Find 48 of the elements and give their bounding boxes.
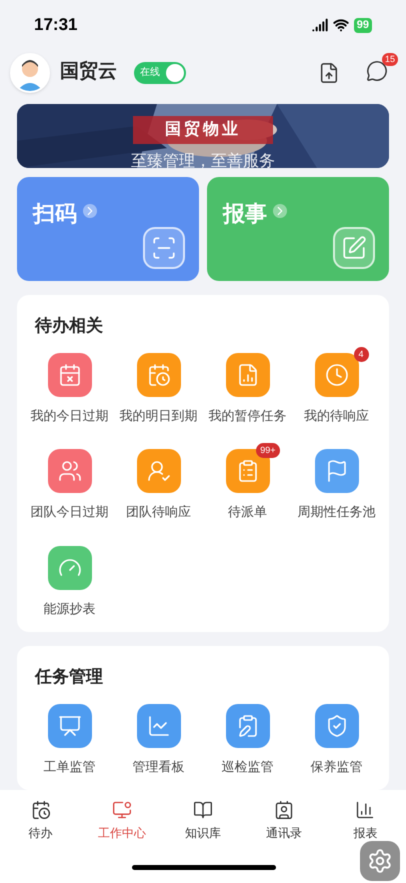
section-title: 任务管理 — [34, 666, 104, 688]
chevron-icon — [273, 204, 287, 218]
count-badge: 4 — [354, 346, 368, 362]
shortcut-item[interactable]: 管理看板 — [114, 704, 203, 776]
status-time: 17:31 — [34, 14, 78, 36]
shortcut-item[interactable]: 能源抄表 — [25, 546, 114, 618]
document-upload-icon — [318, 62, 340, 84]
calendar-clock-icon — [146, 362, 170, 386]
shortcut-item[interactable]: 周期性任务池 — [292, 449, 381, 522]
section-title: 待办相关 — [34, 315, 104, 337]
wifi-icon — [332, 17, 349, 33]
user-name: 国贸云 — [60, 60, 117, 84]
banner-slogan: 至臻管理，至善服务 — [131, 152, 275, 168]
settings-icon — [367, 848, 393, 874]
tab[interactable]: 通讯录 — [244, 800, 325, 842]
people-icon — [58, 459, 82, 483]
person-check-icon — [146, 459, 170, 483]
shortcut-item[interactable]: 团队今日过期 — [25, 449, 114, 522]
avatar[interactable] — [10, 52, 50, 92]
shortcut-item[interactable]: 保养监管 — [292, 704, 381, 776]
shortcut-item[interactable]: 我的明日到期 — [114, 352, 203, 425]
banner-title: 国贸物业 — [133, 116, 273, 144]
tab[interactable]: 待办 — [0, 800, 82, 842]
battery-level: 99 — [354, 18, 372, 32]
count-badge: 99+ — [256, 443, 280, 458]
calendar-x-icon — [58, 362, 82, 386]
bar-chart-icon — [355, 800, 376, 820]
clock-icon — [324, 362, 348, 386]
contact-card-icon — [274, 800, 294, 820]
signal-icon — [312, 17, 328, 33]
line-chart-icon — [146, 714, 170, 738]
book-icon — [193, 800, 213, 820]
shortcut-item[interactable]: 工单监管 — [25, 704, 114, 776]
shortcut-item[interactable]: 巡检监管 — [203, 704, 292, 776]
tab[interactable]: 工作中心 — [81, 800, 162, 842]
tab[interactable]: 知识库 — [162, 800, 244, 842]
chevron-icon — [83, 204, 97, 218]
scan-icon — [151, 235, 177, 261]
screen-icon — [58, 714, 82, 738]
shortcut-item[interactable]: 我的暂停任务 — [203, 352, 292, 425]
tab[interactable]: 报表 — [324, 800, 406, 842]
edit-note-icon — [341, 235, 367, 261]
calendar-icon — [30, 800, 51, 820]
message-count-badge: 15 — [382, 52, 398, 66]
settings-button[interactable] — [360, 841, 400, 881]
shortcut-item[interactable]: 团队待响应 — [114, 449, 203, 522]
shortcut-item[interactable]: 我的今日过期 — [25, 352, 114, 425]
monitor-icon — [112, 800, 132, 820]
